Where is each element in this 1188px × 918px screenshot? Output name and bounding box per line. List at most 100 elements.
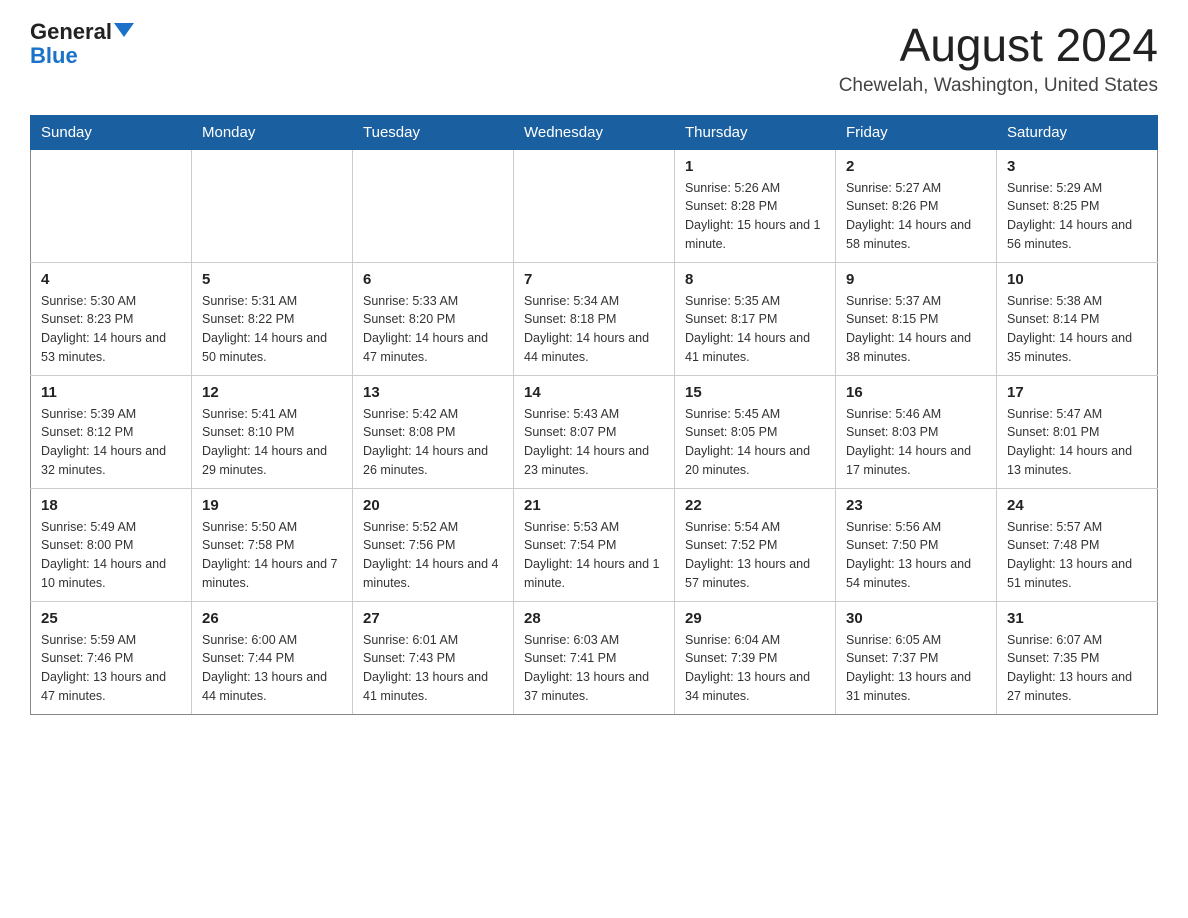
day-info: Sunrise: 5:30 AM Sunset: 8:23 PM Dayligh…: [41, 292, 181, 367]
day-info: Sunrise: 6:01 AM Sunset: 7:43 PM Dayligh…: [363, 631, 503, 706]
day-info: Sunrise: 5:26 AM Sunset: 8:28 PM Dayligh…: [685, 179, 825, 254]
calendar-cell: 28Sunrise: 6:03 AM Sunset: 7:41 PM Dayli…: [514, 601, 675, 714]
day-number: 2: [846, 158, 986, 175]
calendar-cell: 26 Sunrise: 6:00 AM Sunset: 7:44 PM Dayli…: [192, 601, 353, 714]
day-number: 11: [41, 384, 181, 401]
day-info: Sunrise: 6:07 AM Sunset: 7:35 PM Dayligh…: [1007, 631, 1147, 706]
calendar-cell: 4 Sunrise: 5:30 AM Sunset: 8:23 PM Daylig…: [31, 262, 192, 375]
day-number: 9: [846, 271, 986, 288]
calendar-table: SundayMondayTuesdayWednesdayThursdayFrid…: [30, 115, 1158, 715]
calendar-cell: 5Sunrise: 5:31 AM Sunset: 8:22 PM Daylig…: [192, 262, 353, 375]
logo-triangle-icon: [114, 23, 134, 37]
day-info: Sunrise: 5:56 AM Sunset: 7:50 PM Dayligh…: [846, 518, 986, 593]
logo-blue-text: Blue: [30, 44, 78, 68]
calendar-week-row: 18 Sunrise: 5:49 AM Sunset: 8:00 PM Dayli…: [31, 488, 1158, 601]
day-info: Sunrise: 5:47 AM Sunset: 8:01 PM Dayligh…: [1007, 405, 1147, 480]
day-info: Sunrise: 5:37 AM Sunset: 8:15 PM Dayligh…: [846, 292, 986, 367]
calendar-cell: 24 Sunrise: 5:57 AM Sunset: 7:48 PM Dayli…: [997, 488, 1158, 601]
day-number: 8: [685, 271, 825, 288]
calendar-cell: 11 Sunrise: 5:39 AM Sunset: 8:12 PM Dayli…: [31, 375, 192, 488]
day-info: Sunrise: 5:53 AM Sunset: 7:54 PM Dayligh…: [524, 518, 664, 593]
calendar-cell: [192, 149, 353, 262]
day-number: 27: [363, 610, 503, 627]
calendar-cell: 16 Sunrise: 5:46 AM Sunset: 8:03 PM Dayli…: [836, 375, 997, 488]
calendar-week-row: 1 Sunrise: 5:26 AM Sunset: 8:28 PM Daylig…: [31, 149, 1158, 262]
calendar-cell: 29Sunrise: 6:04 AM Sunset: 7:39 PM Dayli…: [675, 601, 836, 714]
day-number: 19: [202, 497, 342, 514]
day-of-week-header: Wednesday: [514, 115, 675, 149]
day-number: 18: [41, 497, 181, 514]
day-of-week-header: Monday: [192, 115, 353, 149]
day-number: 16: [846, 384, 986, 401]
day-number: 26: [202, 610, 342, 627]
day-info: Sunrise: 5:54 AM Sunset: 7:52 PM Dayligh…: [685, 518, 825, 593]
day-number: 14: [524, 384, 664, 401]
day-number: 1: [685, 158, 825, 175]
calendar-cell: 30 Sunrise: 6:05 AM Sunset: 7:37 PM Dayli…: [836, 601, 997, 714]
title-section: August 2024 Chewelah, Washington, United…: [839, 20, 1158, 97]
page-header: General Blue August 2024 Chewelah, Washi…: [30, 20, 1158, 97]
day-info: Sunrise: 5:33 AM Sunset: 8:20 PM Dayligh…: [363, 292, 503, 367]
day-number: 4: [41, 271, 181, 288]
day-info: Sunrise: 5:52 AM Sunset: 7:56 PM Dayligh…: [363, 518, 503, 593]
calendar-cell: 13Sunrise: 5:42 AM Sunset: 8:08 PM Dayli…: [353, 375, 514, 488]
calendar-week-row: 4 Sunrise: 5:30 AM Sunset: 8:23 PM Daylig…: [31, 262, 1158, 375]
calendar-week-row: 11 Sunrise: 5:39 AM Sunset: 8:12 PM Dayli…: [31, 375, 1158, 488]
day-info: Sunrise: 5:46 AM Sunset: 8:03 PM Dayligh…: [846, 405, 986, 480]
day-of-week-header: Sunday: [31, 115, 192, 149]
day-number: 10: [1007, 271, 1147, 288]
calendar-cell: [353, 149, 514, 262]
calendar-cell: 2 Sunrise: 5:27 AM Sunset: 8:26 PM Daylig…: [836, 149, 997, 262]
calendar-cell: 8Sunrise: 5:35 AM Sunset: 8:17 PM Daylig…: [675, 262, 836, 375]
day-number: 5: [202, 271, 342, 288]
logo: General Blue: [30, 20, 134, 68]
calendar-title: August 2024: [839, 20, 1158, 71]
day-of-week-header: Friday: [836, 115, 997, 149]
day-info: Sunrise: 5:34 AM Sunset: 8:18 PM Dayligh…: [524, 292, 664, 367]
day-info: Sunrise: 5:49 AM Sunset: 8:00 PM Dayligh…: [41, 518, 181, 593]
calendar-cell: 15 Sunrise: 5:45 AM Sunset: 8:05 PM Dayli…: [675, 375, 836, 488]
calendar-cell: 19 Sunrise: 5:50 AM Sunset: 7:58 PM Dayli…: [192, 488, 353, 601]
calendar-header-row: SundayMondayTuesdayWednesdayThursdayFrid…: [31, 115, 1158, 149]
day-of-week-header: Tuesday: [353, 115, 514, 149]
day-number: 7: [524, 271, 664, 288]
day-of-week-header: Thursday: [675, 115, 836, 149]
day-number: 3: [1007, 158, 1147, 175]
day-info: Sunrise: 6:05 AM Sunset: 7:37 PM Dayligh…: [846, 631, 986, 706]
day-number: 25: [41, 610, 181, 627]
day-info: Sunrise: 5:59 AM Sunset: 7:46 PM Dayligh…: [41, 631, 181, 706]
day-number: 20: [363, 497, 503, 514]
calendar-cell: 1 Sunrise: 5:26 AM Sunset: 8:28 PM Daylig…: [675, 149, 836, 262]
day-info: Sunrise: 5:39 AM Sunset: 8:12 PM Dayligh…: [41, 405, 181, 480]
day-info: Sunrise: 5:50 AM Sunset: 7:58 PM Dayligh…: [202, 518, 342, 593]
day-number: 13: [363, 384, 503, 401]
day-number: 30: [846, 610, 986, 627]
day-info: Sunrise: 5:29 AM Sunset: 8:25 PM Dayligh…: [1007, 179, 1147, 254]
day-number: 15: [685, 384, 825, 401]
calendar-cell: 21Sunrise: 5:53 AM Sunset: 7:54 PM Dayli…: [514, 488, 675, 601]
calendar-cell: 9 Sunrise: 5:37 AM Sunset: 8:15 PM Daylig…: [836, 262, 997, 375]
day-info: Sunrise: 5:41 AM Sunset: 8:10 PM Dayligh…: [202, 405, 342, 480]
day-info: Sunrise: 5:27 AM Sunset: 8:26 PM Dayligh…: [846, 179, 986, 254]
calendar-cell: 27 Sunrise: 6:01 AM Sunset: 7:43 PM Dayli…: [353, 601, 514, 714]
day-info: Sunrise: 6:00 AM Sunset: 7:44 PM Dayligh…: [202, 631, 342, 706]
day-number: 31: [1007, 610, 1147, 627]
calendar-cell: 18 Sunrise: 5:49 AM Sunset: 8:00 PM Dayli…: [31, 488, 192, 601]
calendar-cell: 3 Sunrise: 5:29 AM Sunset: 8:25 PM Daylig…: [997, 149, 1158, 262]
logo-general-text: General: [30, 20, 112, 44]
calendar-cell: [514, 149, 675, 262]
calendar-cell: 12Sunrise: 5:41 AM Sunset: 8:10 PM Dayli…: [192, 375, 353, 488]
day-number: 29: [685, 610, 825, 627]
calendar-cell: 6Sunrise: 5:33 AM Sunset: 8:20 PM Daylig…: [353, 262, 514, 375]
day-number: 17: [1007, 384, 1147, 401]
calendar-cell: [31, 149, 192, 262]
calendar-week-row: 25 Sunrise: 5:59 AM Sunset: 7:46 PM Dayli…: [31, 601, 1158, 714]
day-info: Sunrise: 5:45 AM Sunset: 8:05 PM Dayligh…: [685, 405, 825, 480]
calendar-cell: 25 Sunrise: 5:59 AM Sunset: 7:46 PM Dayli…: [31, 601, 192, 714]
day-info: Sunrise: 5:57 AM Sunset: 7:48 PM Dayligh…: [1007, 518, 1147, 593]
day-number: 24: [1007, 497, 1147, 514]
calendar-cell: 17 Sunrise: 5:47 AM Sunset: 8:01 PM Dayli…: [997, 375, 1158, 488]
day-number: 23: [846, 497, 986, 514]
calendar-cell: 14Sunrise: 5:43 AM Sunset: 8:07 PM Dayli…: [514, 375, 675, 488]
day-info: Sunrise: 6:03 AM Sunset: 7:41 PM Dayligh…: [524, 631, 664, 706]
